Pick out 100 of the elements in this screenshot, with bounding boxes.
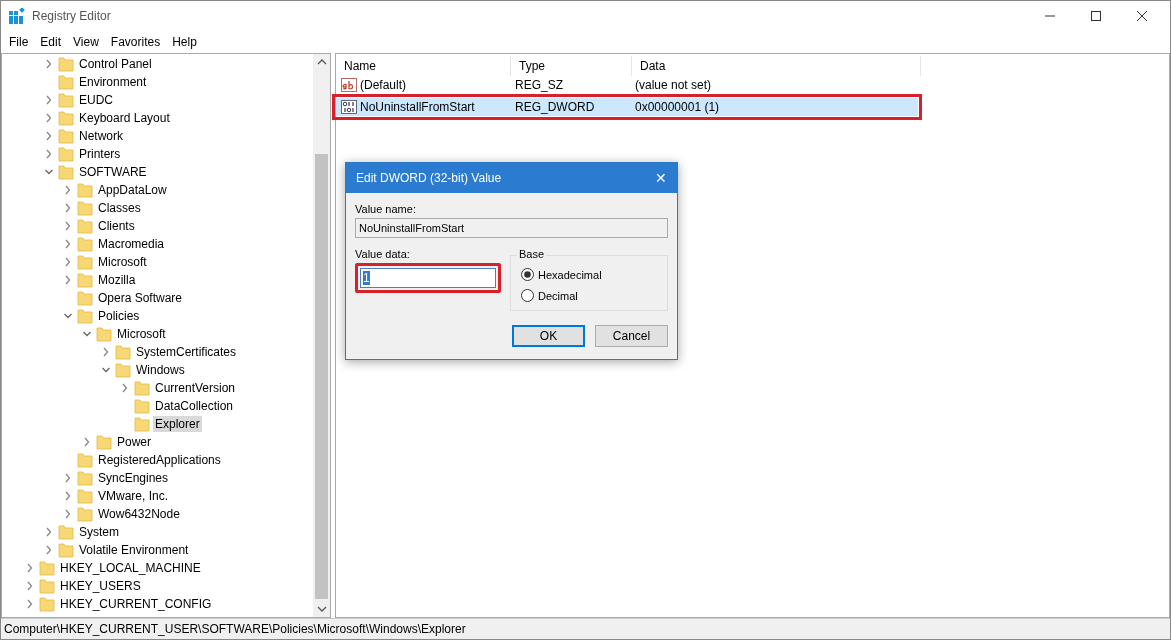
collapsed-chevron-icon[interactable]: [63, 257, 72, 267]
tree-item[interactable]: Classes: [96, 200, 143, 216]
collapsed-chevron-icon[interactable]: [120, 383, 129, 393]
table-row[interactable]: (Default) REG_SZ (value not set): [336, 76, 918, 94]
collapsed-chevron-icon[interactable]: [44, 113, 53, 123]
tree-item[interactable]: HKEY_LOCAL_MACHINE: [58, 560, 203, 576]
radio-label[interactable]: Hexadecimal: [538, 268, 602, 281]
value-type: REG_SZ: [514, 77, 564, 93]
tree-item[interactable]: Explorer: [153, 416, 202, 432]
scroll-up-icon[interactable]: [316, 58, 327, 66]
tree-item[interactable]: HKEY_USERS: [58, 578, 143, 594]
folder-icon: [134, 380, 150, 396]
collapsed-chevron-icon[interactable]: [101, 347, 110, 357]
tree-item[interactable]: Microsoft: [115, 326, 168, 342]
window-title: Registry Editor: [32, 9, 111, 23]
collapsed-chevron-icon[interactable]: [25, 599, 34, 609]
folder-icon: [58, 56, 74, 72]
folder-icon: [77, 218, 93, 234]
cancel-button[interactable]: Cancel: [595, 325, 668, 347]
value-data: (value not set): [634, 77, 713, 93]
collapsed-chevron-icon[interactable]: [44, 131, 53, 141]
tree-item[interactable]: SOFTWARE: [77, 164, 149, 180]
collapsed-chevron-icon[interactable]: [63, 203, 72, 213]
close-button[interactable]: ✕: [655, 170, 667, 186]
collapsed-chevron-icon[interactable]: [44, 95, 53, 105]
folder-icon: [77, 182, 93, 198]
tree-item[interactable]: CurrentVersion: [153, 380, 238, 396]
folder-icon: [58, 146, 74, 162]
radio-button[interactable]: [521, 268, 534, 281]
tree-item[interactable]: Power: [115, 434, 153, 450]
menu-item[interactable]: Help: [166, 35, 203, 49]
scroll-down-icon[interactable]: [316, 605, 327, 613]
expanded-chevron-icon[interactable]: [63, 311, 72, 321]
value-type: REG_DWORD: [514, 99, 596, 115]
collapsed-chevron-icon[interactable]: [82, 437, 91, 447]
tree-item[interactable]: VMware, Inc.: [96, 488, 171, 504]
collapsed-chevron-icon[interactable]: [25, 563, 34, 573]
expanded-chevron-icon[interactable]: [82, 329, 91, 339]
collapsed-chevron-icon[interactable]: [63, 185, 72, 195]
expanded-chevron-icon[interactable]: [101, 365, 110, 375]
collapsed-chevron-icon[interactable]: [63, 275, 72, 285]
menu-item[interactable]: Edit: [34, 35, 68, 49]
collapsed-chevron-icon[interactable]: [25, 581, 34, 591]
tree-item[interactable]: RegisteredApplications: [96, 452, 223, 468]
folder-icon: [134, 416, 150, 432]
tree-item[interactable]: SyncEngines: [96, 470, 171, 486]
folder-icon: [96, 434, 112, 450]
folder-icon: [58, 74, 74, 90]
tree-item[interactable]: Microsoft: [96, 254, 149, 270]
tree-item[interactable]: Network: [77, 128, 125, 144]
menu-item[interactable]: View: [67, 35, 105, 49]
close-icon[interactable]: [1136, 10, 1148, 22]
menu-item[interactable]: Favorites: [104, 35, 167, 49]
collapsed-chevron-icon[interactable]: [63, 473, 72, 483]
folder-icon: [77, 254, 93, 270]
ok-button[interactable]: OK: [512, 325, 585, 347]
folder-icon: [39, 578, 55, 594]
tree-item[interactable]: Printers: [77, 146, 123, 162]
folder-icon: [77, 200, 93, 216]
tree-item[interactable]: Policies: [96, 308, 142, 324]
collapsed-chevron-icon[interactable]: [63, 239, 72, 249]
tree-item[interactable]: Keyboard Layout: [77, 110, 172, 126]
menu-item[interactable]: File: [3, 35, 35, 49]
value-name-field[interactable]: NoUninstallFromStart: [355, 218, 668, 238]
folder-icon: [77, 290, 93, 306]
collapsed-chevron-icon[interactable]: [44, 59, 53, 69]
tree-item[interactable]: Macromedia: [96, 236, 167, 252]
folder-icon: [58, 164, 74, 180]
collapsed-chevron-icon[interactable]: [63, 509, 72, 519]
tree-item[interactable]: Mozilla: [96, 272, 138, 288]
tree-item[interactable]: Wow6432Node: [96, 506, 182, 522]
value-data-field[interactable]: 1: [360, 268, 496, 288]
tree-item[interactable]: Environment: [77, 74, 149, 90]
tree-item[interactable]: SystemCertificates: [134, 344, 239, 360]
scrollbar[interactable]: [313, 54, 330, 617]
tree-item[interactable]: EUDC: [77, 92, 115, 108]
tree-item[interactable]: Opera Software: [96, 290, 185, 306]
tree-item[interactable]: System: [77, 524, 121, 540]
tree-item[interactable]: Windows: [134, 362, 187, 378]
radio-label[interactable]: Decimal: [538, 289, 578, 302]
tree-item[interactable]: Volatile Environment: [77, 542, 191, 558]
collapsed-chevron-icon[interactable]: [63, 491, 72, 501]
tree-item[interactable]: Control Panel: [77, 56, 154, 72]
collapsed-chevron-icon[interactable]: [44, 545, 53, 555]
radio-button[interactable]: [521, 289, 534, 302]
tree-item[interactable]: HKEY_CURRENT_CONFIG: [58, 596, 214, 612]
column-header[interactable]: Data: [632, 56, 921, 76]
tree-item[interactable]: Clients: [96, 218, 137, 234]
tree-item[interactable]: AppDataLow: [96, 182, 169, 198]
collapsed-chevron-icon[interactable]: [44, 527, 53, 537]
folder-icon: [115, 344, 131, 360]
folder-icon: [58, 542, 74, 558]
maximize-icon[interactable]: [1090, 10, 1102, 22]
folder-icon: [77, 308, 93, 324]
tree-item[interactable]: DataCollection: [153, 398, 236, 414]
column-header[interactable]: Type: [511, 56, 632, 76]
expanded-chevron-icon[interactable]: [44, 167, 53, 177]
column-header[interactable]: Name: [336, 56, 511, 76]
collapsed-chevron-icon[interactable]: [44, 149, 53, 159]
collapsed-chevron-icon[interactable]: [63, 221, 72, 231]
